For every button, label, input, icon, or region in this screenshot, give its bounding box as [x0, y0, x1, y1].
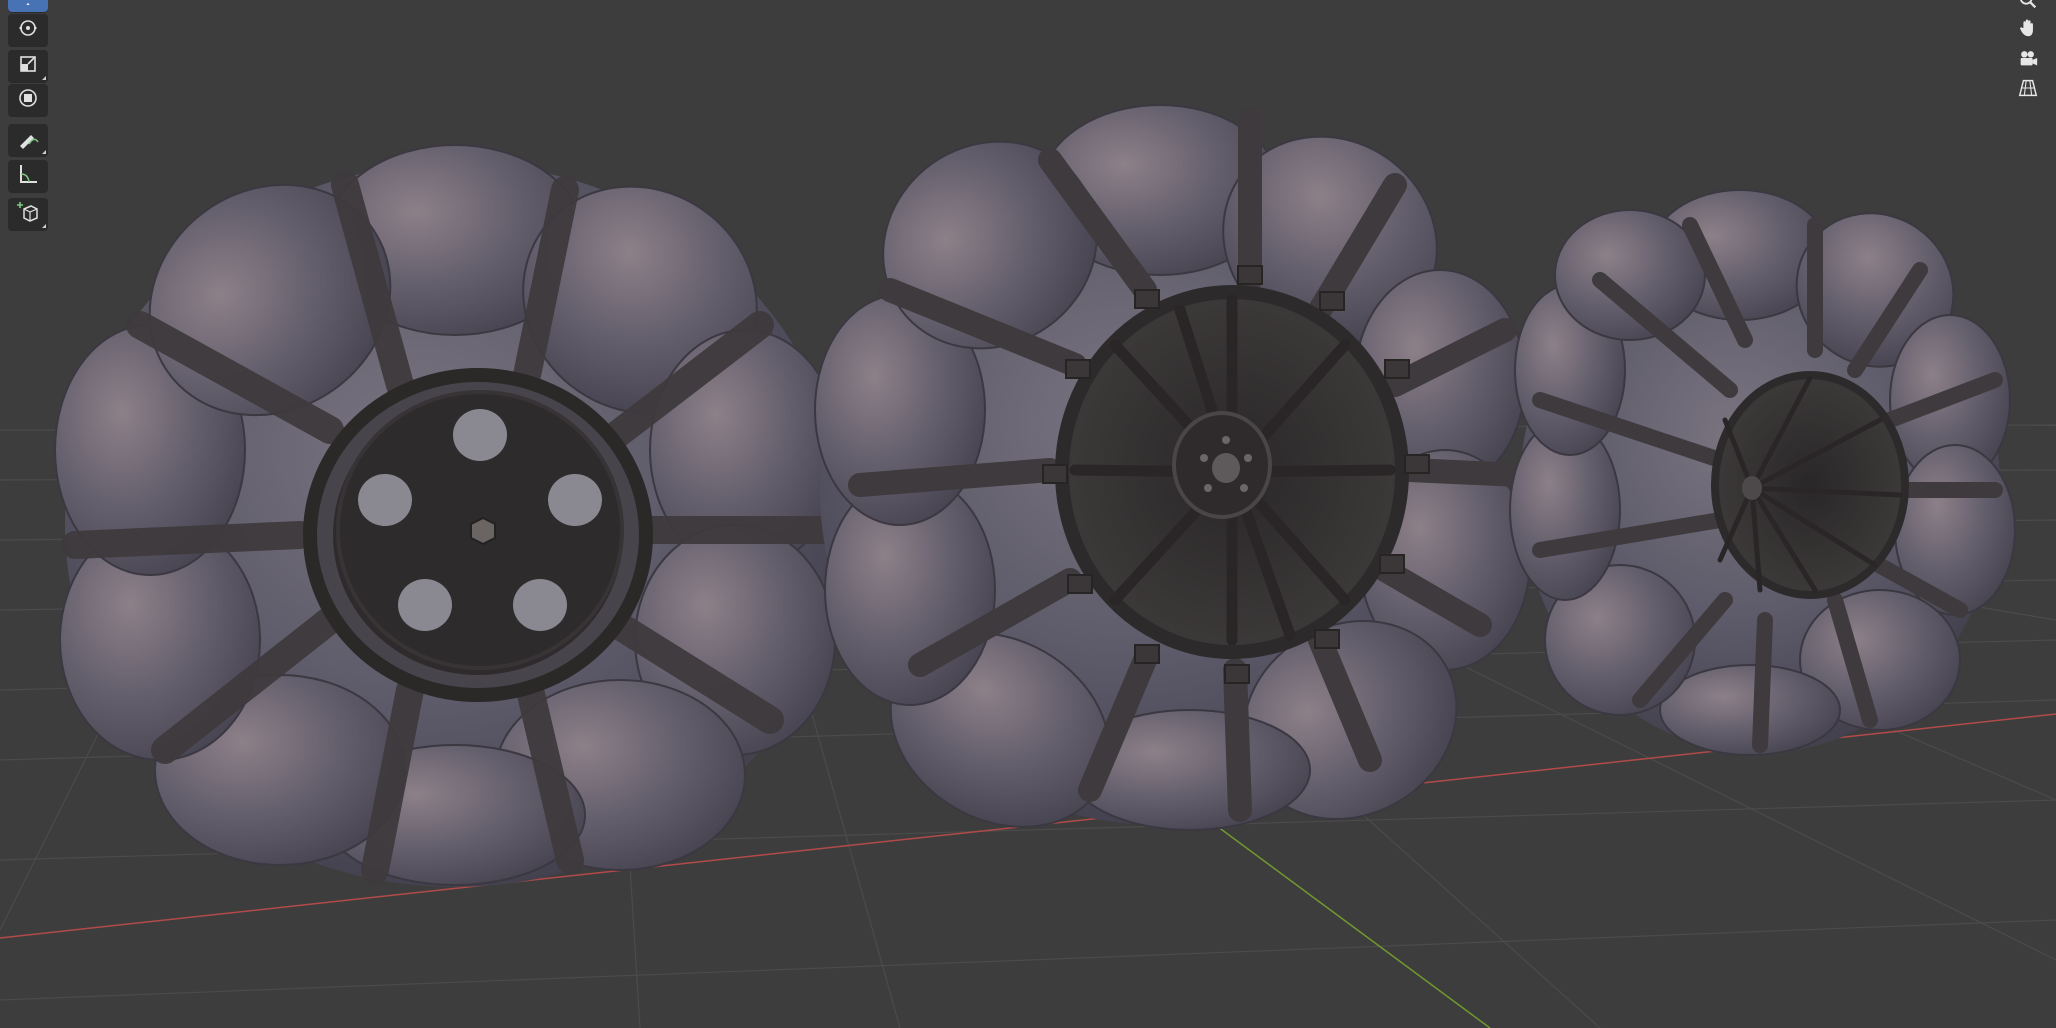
measure-icon [16, 162, 40, 190]
scale-tool-button[interactable] [8, 50, 48, 82]
perspective-toggle-button[interactable] [2014, 76, 2042, 104]
measure-tool-button[interactable] [8, 160, 48, 192]
3d-viewport[interactable] [0, 0, 2056, 1028]
zoom-icon [2017, 0, 2039, 15]
perspective-grid-icon [2017, 77, 2039, 103]
rotate-icon [16, 16, 40, 44]
wheel-spoked-large[interactable] [814, 95, 1532, 865]
transform-tool-button[interactable] [8, 84, 48, 116]
camera-view-button[interactable] [2014, 46, 2042, 74]
rotate-tool-button[interactable] [8, 14, 48, 46]
add-cube-icon [16, 200, 40, 228]
pan-button[interactable] [2014, 16, 2042, 44]
annotate-tool-button[interactable] [8, 124, 48, 156]
add-cube-tool-button[interactable] [8, 198, 48, 230]
wheel-spoked-small[interactable] [1509, 183, 2016, 756]
zoom-button[interactable] [2014, 0, 2042, 16]
transform-icon [16, 86, 40, 114]
move-tool-button[interactable] [8, 0, 48, 12]
annotate-icon [16, 126, 40, 154]
pan-hand-icon [2017, 17, 2039, 43]
scale-icon [16, 52, 40, 80]
wheel-solid-hub[interactable] [54, 138, 845, 887]
camera-icon [2017, 47, 2039, 73]
